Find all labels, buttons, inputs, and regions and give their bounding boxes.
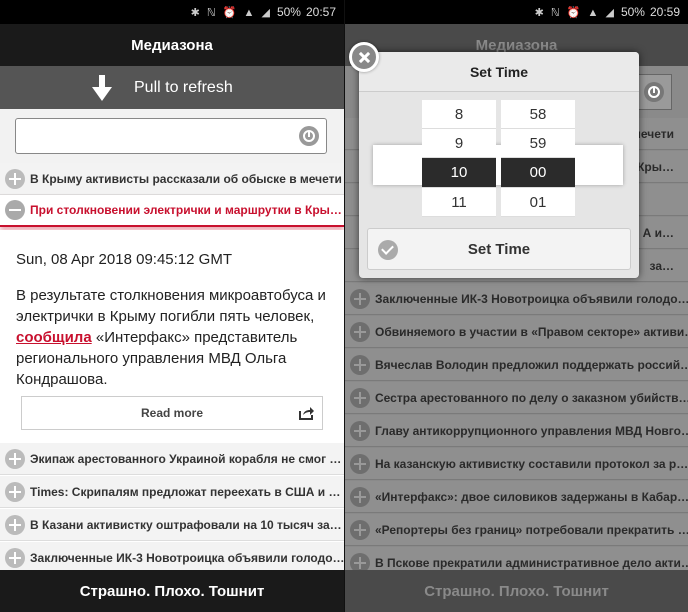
check-icon <box>378 240 398 260</box>
expand-icon <box>350 453 370 474</box>
status-time: 20:59 <box>649 5 680 19</box>
minute-selected[interactable]: 00 <box>501 158 575 188</box>
list-item-title: Главу антикоррупционного управления МВД … <box>375 423 688 438</box>
list-item-title: Экипаж арестованного Украиной корабля не… <box>30 451 342 466</box>
footer-tagline: Страшно. Плохо. Тошнит <box>345 570 688 612</box>
set-time-button[interactable]: Set Time <box>367 228 631 270</box>
hour-option[interactable]: 9 <box>422 129 496 158</box>
list-item-title: Кры… <box>637 159 674 174</box>
expand-icon[interactable] <box>5 448 25 469</box>
list-item-title: Заключенные ИК-3 Новотроицка объявили го… <box>30 550 344 565</box>
article-source-link[interactable]: сообщила <box>16 329 92 346</box>
time-picker: 8 9 10 11 58 59 00 01 <box>359 100 639 217</box>
arrow-down-icon <box>92 75 112 101</box>
expand-icon <box>350 486 370 507</box>
read-more-label: Read more <box>140 406 204 420</box>
list-item-title: В Крыму активисты рассказали об обыске в… <box>30 171 342 186</box>
list-item-expanded[interactable]: При столкновении электрички и маршрутки … <box>0 195 344 227</box>
status-time: 20:57 <box>305 5 336 19</box>
minute-option[interactable]: 58 <box>501 100 575 129</box>
list-item-title: «Интерфакс»: двое силовиков задержаны в … <box>375 489 688 504</box>
clock-icon <box>644 82 664 102</box>
pull-to-refresh-label: Pull to refresh <box>134 78 233 96</box>
article-body: В результате столкновения микроавтобуса … <box>16 285 328 390</box>
list-item-title: Times: Скрипалям предложат переехать в С… <box>30 484 341 499</box>
list-item: На казанскую активистку составили проток… <box>345 448 688 480</box>
list-item[interactable]: В Казани активистку оштрафовали на 10 ты… <box>0 509 344 541</box>
list-item-title: А и… <box>642 225 674 240</box>
list-item: Сестра арестованного по делу о заказном … <box>345 382 688 414</box>
share-icon[interactable] <box>298 405 314 421</box>
hour-option[interactable]: 8 <box>422 100 496 129</box>
read-more-button[interactable]: Read more <box>21 396 323 430</box>
right-screen: ✱ ℕ ⏰ ▲ ◢ 50% 20:59 Медиазона мечети Кры… <box>344 0 688 612</box>
list-item-title: за… <box>649 258 674 273</box>
list-item-title: В Казани активистку оштрафовали на 10 ты… <box>30 517 342 532</box>
status-bar: ✱ ℕ ⏰ ▲ ◢ 50% 20:57 <box>0 0 344 24</box>
collapse-icon[interactable] <box>5 200 25 220</box>
list-item-title: При столкновении электрички и маршрутки … <box>30 203 342 217</box>
minute-option[interactable]: 59 <box>501 129 575 158</box>
minute-wheel[interactable]: 58 59 00 01 <box>501 100 575 217</box>
article-text-1: В результате столкновения микроавтобуса … <box>16 287 326 325</box>
expand-icon <box>350 288 370 309</box>
expand-icon[interactable] <box>5 547 25 568</box>
expand-icon <box>350 387 370 408</box>
footer-tagline: Страшно. Плохо. Тошнит <box>0 570 344 612</box>
hour-selected[interactable]: 10 <box>422 158 496 188</box>
set-time-button-label: Set Time <box>467 240 531 258</box>
minute-option[interactable]: 01 <box>501 188 575 217</box>
list-item: «Интерфакс»: двое силовиков задержаны в … <box>345 481 688 513</box>
list-item: Заключенные ИК-3 Новотроицка объявили го… <box>345 283 688 315</box>
clock-icon[interactable] <box>299 126 319 146</box>
search-input[interactable] <box>15 118 327 154</box>
article-preview: Sun, 08 Apr 2018 09:45:12 GMT В результа… <box>0 230 344 442</box>
expand-icon <box>350 321 370 342</box>
list-item: «Репортеры без границ» потребовали прекр… <box>345 514 688 546</box>
left-screen: ✱ ℕ ⏰ ▲ ◢ 50% 20:57 Медиазона Pull to re… <box>0 0 344 612</box>
search-bar <box>0 109 344 163</box>
expand-icon <box>350 519 370 540</box>
list-item[interactable]: Экипаж арестованного Украиной корабля не… <box>0 443 344 475</box>
pull-to-refresh[interactable]: Pull to refresh <box>0 66 344 109</box>
expand-icon[interactable] <box>5 481 25 502</box>
battery-level: 50% <box>276 5 301 19</box>
list-item-title: Сестра арестованного по делу о заказном … <box>375 390 688 405</box>
hour-option[interactable]: 11 <box>422 188 496 217</box>
list-item[interactable]: Times: Скрипалям предложат переехать в С… <box>0 476 344 508</box>
status-icons: ✱ ℕ ⏰ ▲ ◢ <box>190 6 272 19</box>
list-item: Вячеслав Володин предложил поддержать ро… <box>345 349 688 381</box>
expand-icon[interactable] <box>5 168 25 189</box>
expand-icon <box>350 354 370 375</box>
picker-selection-band <box>373 145 623 185</box>
article-date: Sun, 08 Apr 2018 09:45:12 GMT <box>16 251 232 268</box>
expand-icon[interactable] <box>5 514 25 535</box>
dialog-title: Set Time <box>359 52 639 92</box>
set-time-dialog: Set Time 8 9 10 11 58 59 00 01 Set Time <box>349 42 639 278</box>
hour-wheel[interactable]: 8 9 10 11 <box>422 100 496 217</box>
app-title: Медиазона <box>0 24 344 66</box>
status-icons: ✱ ℕ ⏰ ▲ ◢ <box>534 6 616 19</box>
expand-icon <box>350 420 370 441</box>
close-icon[interactable] <box>349 42 379 72</box>
list-item: Обвиняемого в участии в «Правом секторе»… <box>345 316 688 348</box>
list-item[interactable]: В Крыму активисты рассказали об обыске в… <box>0 163 344 195</box>
status-bar: ✱ ℕ ⏰ ▲ ◢ 50% 20:59 <box>345 0 688 24</box>
list-item-title: На казанскую активистку составили проток… <box>375 456 688 471</box>
list-item-title: «Репортеры без границ» потребовали прекр… <box>375 522 688 537</box>
list-item-title: Вячеслав Володин предложил поддержать ро… <box>375 357 688 372</box>
battery-level: 50% <box>620 5 645 19</box>
list-item-title: В Пскове прекратили административное дел… <box>375 555 688 570</box>
list-item-title: Обвиняемого в участии в «Правом секторе»… <box>375 324 688 339</box>
list-item-title: Заключенные ИК-3 Новотроицка объявили го… <box>375 291 688 306</box>
list-item: Главу антикоррупционного управления МВД … <box>345 415 688 447</box>
